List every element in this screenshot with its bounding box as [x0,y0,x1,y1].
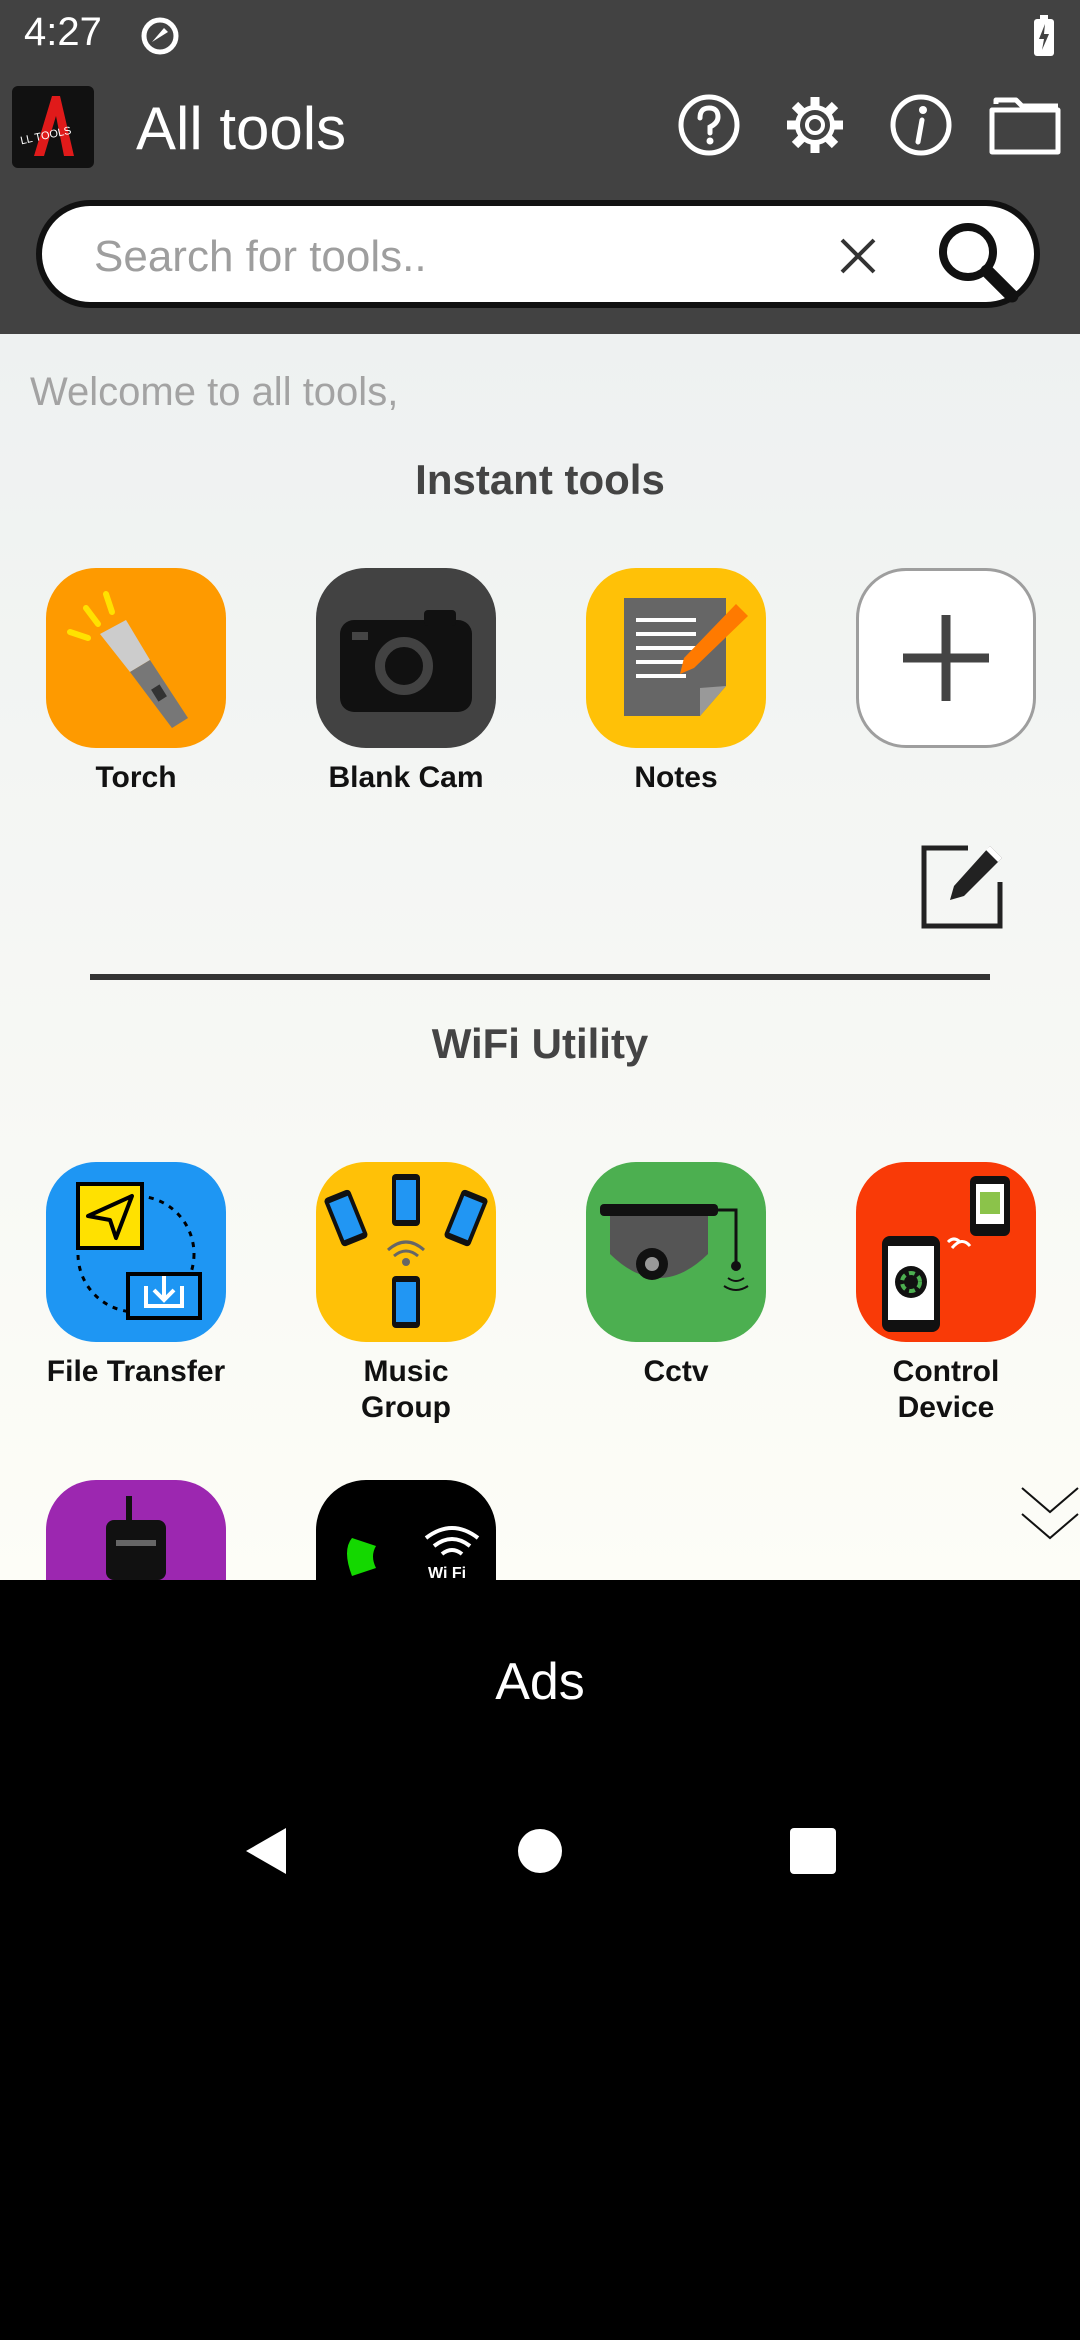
ads-label: Ads [495,1653,585,1711]
add-tool-button[interactable] [856,568,1036,748]
tool-label: Music Group [361,1355,451,1424]
tool-wifi-call[interactable]: Wi Fi [316,1480,496,1580]
tool-blank-cam[interactable]: Blank Cam [316,568,496,796]
tool-cctv[interactable]: Cctv [586,1162,766,1390]
folder-icon[interactable] [986,90,1066,160]
search-input[interactable] [92,226,816,288]
notes-icon [586,568,766,748]
page-title: All tools [136,95,347,162]
tool-label: Blank Cam [328,761,484,794]
search-bar [36,200,1040,308]
tool-label: Control Device [892,1355,1000,1424]
help-icon[interactable] [674,90,744,160]
scroll-down-chevron-icon[interactable] [1020,1484,1080,1544]
info-icon[interactable] [886,90,956,160]
tool-torch[interactable]: Torch [46,568,226,796]
plus-icon [856,568,1036,748]
system-nav-bar [0,1780,1080,1920]
tool-walkie-talkie[interactable] [46,1480,226,1580]
tool-label: File Transfer [46,1355,226,1388]
battery-charging-icon [1034,15,1054,56]
home-icon[interactable] [513,1824,567,1878]
camera-icon [316,568,496,748]
walkie-talkie-icon [46,1480,226,1580]
status-time: 4:27 [24,10,102,54]
recents-icon[interactable] [786,1824,840,1878]
tool-file-transfer[interactable]: File Transfer [46,1162,226,1390]
back-icon[interactable] [240,1824,294,1878]
edit-icon[interactable] [916,840,1008,932]
app-logo: LL TOOLS [12,86,94,168]
tools-content: Welcome to all tools, Instant tools Torc… [0,334,1080,1580]
tool-notes[interactable]: Notes [586,568,766,796]
clear-icon[interactable] [830,228,886,284]
wifi-utility-title: WiFi Utility [431,1020,649,1067]
music-group-icon [316,1162,496,1342]
app-bar: LL TOOLS All tools [0,72,1080,334]
tool-label: Cctv [643,1355,709,1388]
welcome-text: Welcome to all tools, [30,370,399,414]
instant-tools-title: Instant tools [415,456,665,503]
sync-icon [141,17,179,55]
file-transfer-icon [46,1162,226,1342]
logo-a-icon [34,96,74,156]
search-icon[interactable] [932,216,1022,306]
tool-label: Notes [634,761,718,794]
status-bar: 4:27 [0,0,1080,72]
tool-label: Torch [95,761,177,794]
torch-icon [46,568,226,748]
section-divider [90,974,990,980]
wifi-badge-text: Wi Fi [428,1565,466,1580]
ads-banner[interactable]: Ads [0,1580,1080,1780]
settings-gear-icon[interactable] [780,90,850,160]
wifi-call-icon: Wi Fi [316,1480,496,1580]
tool-music-group[interactable]: Music Group [316,1162,496,1426]
tool-control-device[interactable]: Control Device [856,1162,1036,1426]
cctv-icon [586,1162,766,1342]
control-device-icon [856,1162,1036,1342]
